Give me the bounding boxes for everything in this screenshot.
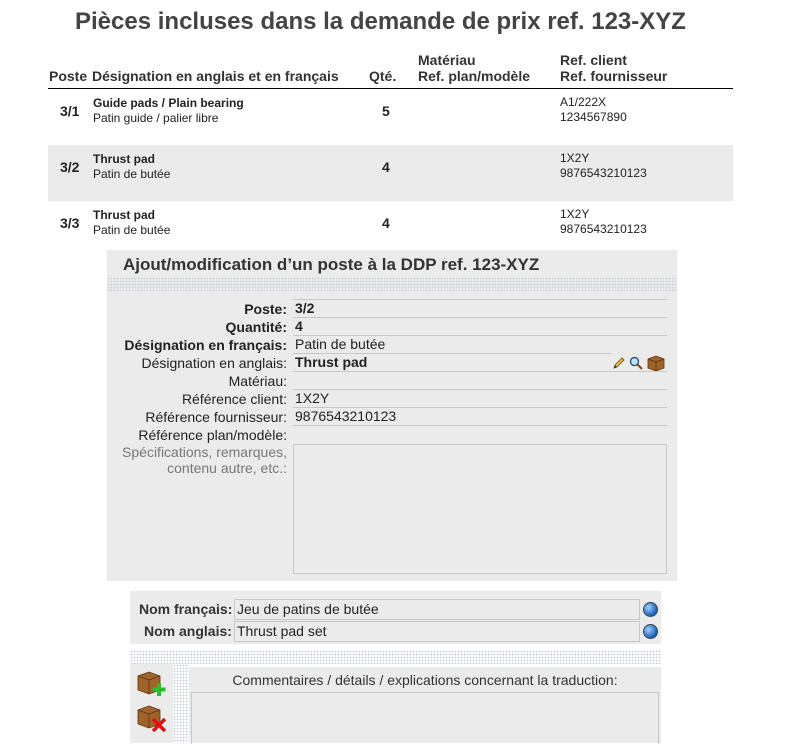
row-designation-fr: Patin guide / palier libre bbox=[93, 111, 219, 125]
ref-client-field[interactable]: 1X2Y bbox=[293, 389, 667, 407]
remove-box-icon[interactable] bbox=[137, 704, 169, 732]
names-panel: Nom français: Jeu de patins de butée Nom… bbox=[130, 591, 661, 644]
header-designation: Désignation en anglais et en français bbox=[92, 68, 339, 84]
row-designation-en: Thrust pad bbox=[93, 208, 155, 222]
row-ref-fournisseur: 1234567890 bbox=[560, 110, 627, 124]
label-ref-fournisseur: Référence fournisseur: bbox=[145, 409, 287, 425]
nom-anglais-field[interactable]: Thrust pad set bbox=[234, 621, 640, 642]
label-specifications-line1: Spécifications, remarques, bbox=[122, 444, 287, 460]
specifications-textarea[interactable] bbox=[293, 444, 667, 574]
box-icon[interactable] bbox=[647, 355, 665, 371]
row-designation-fr: Patin de butée bbox=[93, 167, 171, 181]
row-ref-client: 1X2Y bbox=[560, 207, 590, 221]
materiau-field[interactable] bbox=[293, 371, 667, 389]
row-ref-client: 1X2Y bbox=[560, 151, 590, 165]
row-designation-en: Guide pads / Plain bearing bbox=[93, 96, 244, 110]
header-poste: Poste bbox=[49, 68, 88, 84]
ref-plan-field[interactable] bbox=[293, 425, 667, 443]
label-nom-anglais: Nom anglais: bbox=[144, 623, 232, 639]
quantite-field[interactable]: 4 bbox=[293, 317, 667, 335]
edit-panel-title: Ajout/modification d’un poste à la DDP r… bbox=[123, 255, 540, 274]
row-ref-client: A1/222X bbox=[560, 95, 607, 109]
comments-panel: Commentaires / détails / explications co… bbox=[189, 667, 661, 744]
designation-fr-field[interactable]: Patin de butée bbox=[293, 335, 667, 353]
label-ref-client: Référence client: bbox=[181, 391, 287, 407]
label-designation-fr: Désignation en français: bbox=[124, 337, 287, 353]
table-row[interactable]: 3/2 Thrust pad Patin de butée 4 1X2Y 987… bbox=[48, 145, 733, 201]
edit-panel: Ajout/modification d’un poste à la DDP r… bbox=[107, 250, 677, 581]
pencil-icon[interactable] bbox=[612, 356, 626, 370]
row-designation-fr: Patin de butée bbox=[93, 223, 171, 237]
row-poste: 3/1 bbox=[60, 103, 80, 119]
nom-francais-field[interactable]: Jeu de patins de butée bbox=[234, 599, 640, 620]
label-materiau: Matériau: bbox=[228, 373, 287, 389]
designation-en-field[interactable]: Thrust pad bbox=[293, 353, 611, 371]
comments-textarea[interactable] bbox=[191, 692, 659, 744]
page-title: Pièces incluses dans la demande de prix … bbox=[75, 8, 686, 35]
dotted-band bbox=[130, 650, 661, 664]
table-row[interactable]: 3/1 Guide pads / Plain bearing Patin gui… bbox=[48, 89, 733, 145]
actions-sidebar bbox=[130, 664, 173, 743]
header-ref-plan: Ref. plan/modèle bbox=[418, 68, 531, 84]
header-qte: Qté. bbox=[369, 68, 397, 84]
label-quantite: Quantité: bbox=[225, 319, 287, 335]
label-poste: Poste: bbox=[244, 301, 287, 317]
label-designation-en: Désignation en anglais: bbox=[141, 355, 287, 371]
header-materiau: Matériau bbox=[418, 52, 476, 68]
row-ref-fournisseur: 9876543210123 bbox=[560, 222, 647, 236]
magnifier-icon[interactable] bbox=[629, 356, 643, 370]
row-designation-en: Thrust pad bbox=[93, 152, 155, 166]
ref-fournisseur-field[interactable]: 9876543210123 bbox=[293, 407, 667, 425]
dotted-band bbox=[107, 277, 677, 291]
globe-icon[interactable] bbox=[643, 624, 658, 639]
label-ref-plan: Référence plan/modèle: bbox=[138, 427, 287, 443]
row-qty: 5 bbox=[382, 103, 390, 119]
poste-field[interactable]: 3/2 bbox=[293, 299, 667, 317]
label-nom-francais: Nom français: bbox=[139, 601, 233, 617]
row-qty: 4 bbox=[382, 159, 390, 175]
row-poste: 3/2 bbox=[60, 159, 80, 175]
dotted-band bbox=[173, 664, 189, 743]
label-specifications-line2: contenu autre, etc.: bbox=[167, 460, 287, 476]
header-ref-fournisseur: Ref. fournisseur bbox=[560, 68, 668, 84]
table-row[interactable]: 3/3 Thrust pad Patin de butée 4 1X2Y 987… bbox=[48, 201, 733, 257]
row-ref-fournisseur: 9876543210123 bbox=[560, 166, 647, 180]
add-box-icon[interactable] bbox=[137, 670, 169, 698]
row-poste: 3/3 bbox=[60, 215, 80, 231]
row-qty: 4 bbox=[382, 215, 390, 231]
header-ref-client: Ref. client bbox=[560, 52, 627, 68]
comments-title: Commentaires / détails / explications co… bbox=[232, 672, 618, 688]
globe-icon[interactable] bbox=[643, 602, 658, 617]
